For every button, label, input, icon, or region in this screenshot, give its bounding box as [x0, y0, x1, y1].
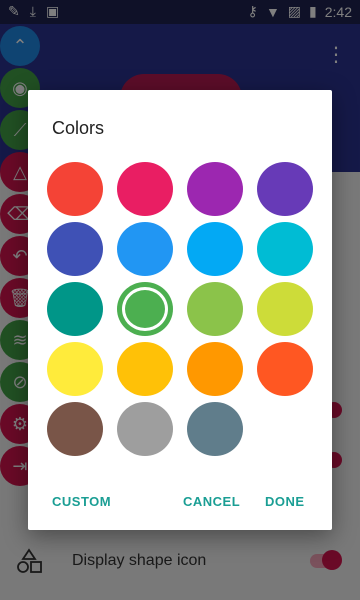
color-swatch[interactable]	[257, 282, 313, 336]
colors-dialog: Colors CUSTOM CANCEL DONE	[28, 90, 332, 530]
color-swatch[interactable]	[187, 222, 243, 276]
color-swatch[interactable]	[257, 222, 313, 276]
dialog-title: Colors	[52, 118, 105, 138]
color-swatch-selected[interactable]	[117, 282, 173, 336]
color-swatch[interactable]	[187, 282, 243, 336]
color-swatch[interactable]	[47, 402, 103, 456]
done-button[interactable]: DONE	[265, 494, 305, 509]
color-swatch[interactable]	[117, 162, 173, 216]
color-swatch[interactable]	[187, 402, 243, 456]
color-swatch[interactable]	[117, 222, 173, 276]
color-swatch[interactable]	[257, 342, 313, 396]
color-swatch[interactable]	[47, 282, 103, 336]
color-swatch[interactable]	[117, 402, 173, 456]
color-swatch[interactable]	[117, 342, 173, 396]
cancel-button[interactable]: CANCEL	[183, 494, 240, 509]
color-swatch[interactable]	[47, 222, 103, 276]
color-swatch[interactable]	[47, 342, 103, 396]
color-swatch[interactable]	[257, 162, 313, 216]
color-swatch[interactable]	[187, 162, 243, 216]
color-swatch[interactable]	[187, 342, 243, 396]
color-swatch[interactable]	[47, 162, 103, 216]
custom-button[interactable]: CUSTOM	[52, 494, 111, 509]
